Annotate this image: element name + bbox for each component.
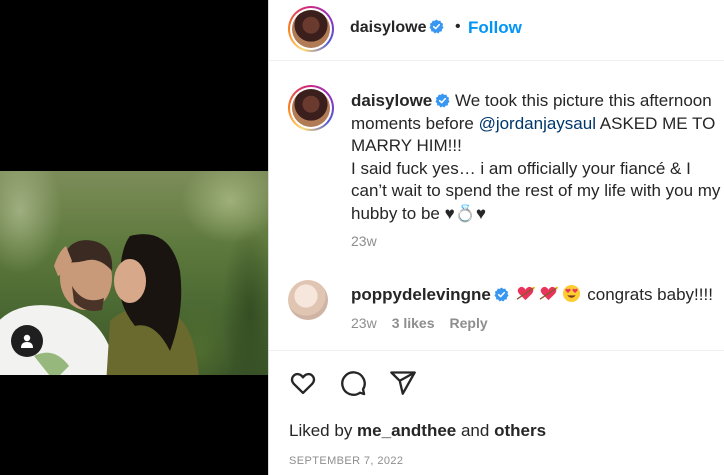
caption-text-3: I said fuck yes… i am officially your fi… <box>351 158 721 223</box>
post-caption: daisylowe We took this picture this afte… <box>351 90 721 225</box>
heart-eyes-emoji <box>562 284 580 303</box>
separator-dot: • <box>455 18 461 35</box>
post-details-panel: daisylowe • Follow daisylowe We took thi… <box>268 0 724 475</box>
follow-button[interactable]: Follow <box>468 18 522 38</box>
verified-badge-icon <box>429 19 445 34</box>
liked-by-user-link[interactable]: me_andthee <box>357 421 456 440</box>
heart-icon <box>290 372 316 395</box>
post-media <box>0 0 268 475</box>
caption-username[interactable]: daisylowe <box>351 91 432 110</box>
author-avatar[interactable] <box>288 6 334 52</box>
comment-likes[interactable]: 3 likes <box>392 315 435 331</box>
comment-timestamp[interactable]: 23w <box>351 315 377 331</box>
comment-button[interactable] <box>338 368 368 398</box>
comment-meta: 23w 3 likes Reply <box>351 315 488 331</box>
share-button[interactable] <box>388 368 418 398</box>
user-tag-icon <box>21 334 33 348</box>
tagged-user-button[interactable] <box>11 325 43 357</box>
share-icon <box>390 371 416 395</box>
comment-icon <box>341 371 366 396</box>
photo-person-woman <box>106 234 199 375</box>
reply-button[interactable]: Reply <box>450 315 488 331</box>
comment-text: congrats baby!!!! <box>582 285 713 304</box>
caption-timestamp[interactable]: 23w <box>351 233 377 249</box>
liked-by-summary: Liked by me_andthee and others <box>289 421 547 440</box>
verified-badge-icon <box>494 287 509 302</box>
heart-arrow-emoji <box>516 286 535 301</box>
comment: poppydelevingne congrats baby!!!! <box>351 284 713 305</box>
verified-badge-icon <box>435 93 450 108</box>
post-header: daisylowe • Follow <box>269 0 724 61</box>
caption-author-avatar[interactable] <box>288 85 334 131</box>
comment-username[interactable]: poppydelevingne <box>351 285 491 304</box>
liked-by-others-link[interactable]: others <box>494 421 546 440</box>
divider <box>269 350 724 351</box>
action-bar <box>288 368 418 398</box>
heart-arrow-emoji <box>539 286 558 301</box>
commenter-avatar[interactable] <box>288 280 328 320</box>
caption-mention-link[interactable]: @jordanjaysaul <box>479 114 596 133</box>
like-button[interactable] <box>288 368 318 398</box>
author-username[interactable]: daisylowe <box>350 19 445 37</box>
post-date[interactable]: SEPTEMBER 7, 2022 <box>289 455 403 467</box>
